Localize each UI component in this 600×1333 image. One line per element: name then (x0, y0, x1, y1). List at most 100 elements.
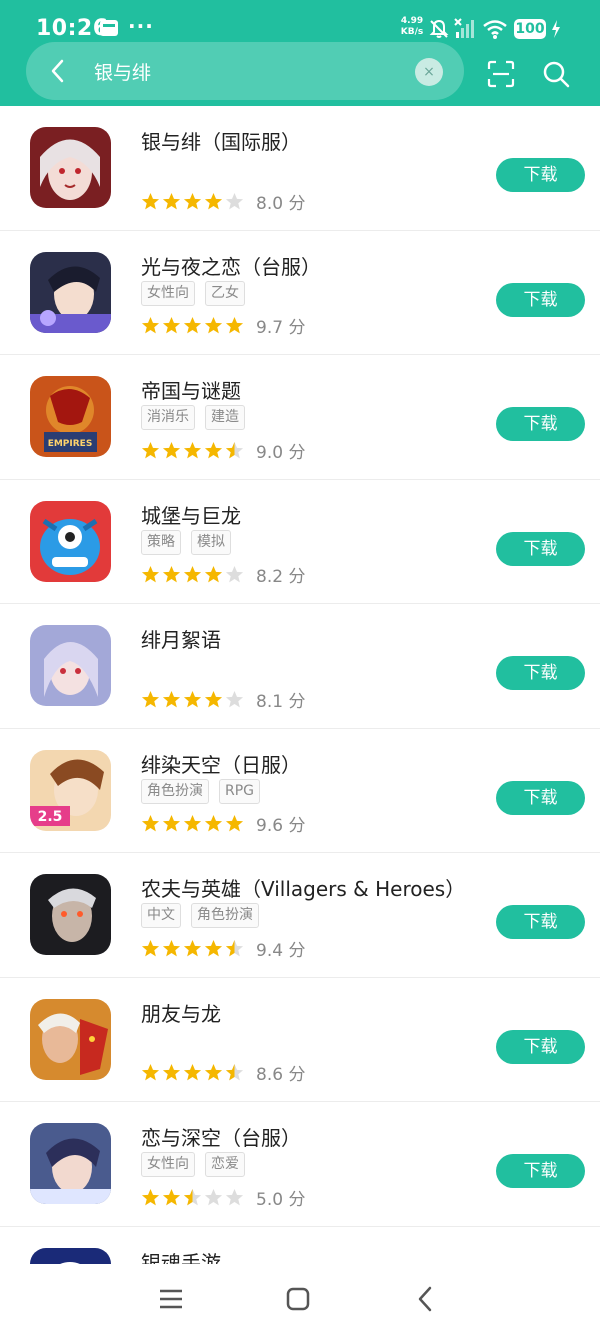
system-nav-bar (0, 1264, 600, 1333)
app-name: 恋与深空（台服） (141, 1126, 301, 1150)
app-rating: 8.0 分 (141, 189, 306, 214)
app-tags: 消消乐 建造 (141, 405, 245, 431)
app-icon[interactable] (30, 625, 111, 706)
mute-bell-icon (429, 19, 449, 38)
star-rating-icon (141, 316, 244, 335)
download-button[interactable]: 下载 (496, 905, 585, 939)
status-bar: 10:26 ··· 4.99 KB/s 100 (0, 0, 600, 44)
result-item-partial[interactable]: 银魂手游 (0, 1227, 600, 1264)
download-button[interactable]: 下载 (496, 1154, 585, 1188)
app-header: 10:26 ··· 4.99 KB/s 100 银与绯 × (0, 0, 600, 106)
star-rating-icon (141, 565, 244, 584)
app-tag: 恋爱 (205, 1152, 245, 1177)
search-input[interactable] (94, 56, 394, 86)
app-score: 8.6 分 (256, 1065, 306, 1085)
app-name: 绯月絮语 (141, 628, 221, 652)
app-icon[interactable] (30, 998, 111, 1080)
app-tag: 角色扮演 (191, 903, 259, 928)
app-score: 8.2 分 (256, 567, 306, 587)
app-tags: 中文 角色扮演 (141, 903, 259, 929)
download-button[interactable]: 下载 (496, 282, 585, 317)
app-tags: 女性向 乙女 (141, 280, 245, 307)
app-rating: 9.6 分 (141, 812, 305, 836)
app-rating: 9.4 分 (141, 936, 306, 961)
app-icon[interactable] (30, 251, 111, 333)
svg-text:2.5: 2.5 (38, 809, 63, 825)
download-button[interactable]: 下载 (496, 1029, 585, 1064)
app-icon[interactable]: EMPIRES (30, 376, 111, 457)
app-rating: 9.0 分 (141, 438, 306, 463)
app-name: 绯染天空（日服） (141, 752, 301, 777)
app-icon[interactable] (30, 1123, 111, 1204)
download-button[interactable]: 下载 (496, 780, 585, 815)
app-score: 8.0 分 (256, 193, 306, 214)
app-name: 帝国与谜题 (141, 379, 241, 403)
result-item[interactable]: 城堡与巨龙 策略 模拟 8.2 分 下载 (0, 480, 600, 604)
app-name: 光与夜之恋（台服） (141, 254, 321, 279)
status-time: 10:26 (36, 16, 109, 41)
star-rating-icon (141, 939, 244, 958)
result-item[interactable]: 恋与深空（台服） 女性向 恋爱 5.0 分 下载 (0, 1102, 600, 1227)
download-button[interactable]: 下载 (496, 407, 585, 441)
app-rating: 8.1 分 (141, 687, 306, 712)
app-icon[interactable] (30, 1247, 111, 1264)
search-results-list: 银与绯（国际服） 8.0 分下载 光与夜之恋（台服） 女性向 乙女 9.7 分下载 EMPI… (0, 106, 600, 1264)
app-tag: 乙女 (205, 280, 245, 306)
back-arrow-icon[interactable] (44, 56, 74, 86)
app-icon[interactable] (30, 874, 111, 955)
star-rating-icon (141, 441, 244, 460)
result-item[interactable]: 朋友与龙 8.6 分 下载 (0, 978, 600, 1102)
result-item[interactable]: 农夫与英雄（Villagers & Heroes） 中文 角色扮演 9.4 分 下载 (0, 853, 600, 978)
app-tags: 角色扮演 RPG (141, 778, 261, 805)
star-rating-icon (141, 1188, 244, 1207)
app-tags: 女性向 恋爱 (141, 1152, 245, 1178)
result-item[interactable]: 2.5 绯染天空（日服） 角色扮演 RPG 9.6 分 下载 (0, 729, 600, 853)
result-item[interactable]: 绯月絮语 8.1 分 下载 (0, 604, 600, 729)
app-tag: 中文 (141, 903, 181, 928)
svg-text:EMPIRES: EMPIRES (48, 439, 93, 449)
signal-icon (454, 18, 474, 38)
star-rating-icon (141, 192, 244, 211)
result-item[interactable]: EMPIRES 帝国与谜题 消消乐 建造 9.0 分 下载 (0, 355, 600, 480)
app-name: 城堡与巨龙 (141, 503, 241, 528)
app-score: 9.7 分 (256, 318, 306, 338)
app-icon[interactable] (30, 500, 111, 582)
app-tag: 女性向 (141, 280, 195, 306)
app-tag: 模拟 (191, 529, 231, 555)
app-name: 农夫与英雄（Villagers & Heroes） (141, 877, 466, 901)
network-speed-value: 4.99 (400, 16, 424, 26)
wifi-icon (483, 20, 507, 39)
star-rating-icon (141, 1063, 244, 1082)
download-button[interactable]: 下载 (496, 531, 585, 566)
download-button[interactable]: 下载 (496, 656, 585, 690)
more-notifications-icon: ··· (128, 14, 154, 38)
app-rating: 9.7 分 (141, 314, 305, 338)
result-item[interactable]: 光与夜之恋（台服） 女性向 乙女 9.7 分 下载 (0, 231, 600, 355)
app-score: 9.6 分 (256, 816, 306, 836)
app-score: 9.0 分 (256, 442, 306, 463)
battery-level: 100 (514, 19, 546, 39)
back-icon[interactable] (411, 1284, 441, 1314)
app-tag: 角色扮演 (141, 778, 209, 804)
app-score: 5.0 分 (256, 1189, 306, 1210)
app-rating: 8.6 分 (141, 1061, 305, 1085)
star-rating-icon (141, 690, 244, 709)
app-icon[interactable] (30, 127, 111, 208)
app-tag: 女性向 (141, 1152, 195, 1177)
clear-icon[interactable]: × (415, 58, 443, 86)
app-tag: RPG (219, 778, 261, 804)
app-rating: 8.2 分 (141, 563, 305, 587)
result-item[interactable]: 银与绯（国际服） 8.0 分 下载 (0, 106, 600, 231)
search-icon[interactable] (541, 59, 571, 89)
home-icon[interactable] (283, 1284, 313, 1314)
app-score: 8.1 分 (256, 691, 306, 712)
network-speed: 4.99 KB/s (398, 16, 426, 38)
app-score: 9.4 分 (256, 940, 306, 961)
star-rating-icon (141, 814, 244, 833)
scan-icon[interactable] (486, 59, 516, 89)
app-name: 朋友与龙 (141, 1001, 221, 1026)
app-icon[interactable]: 2.5 (30, 749, 111, 831)
menu-icon[interactable] (156, 1284, 186, 1314)
app-rating: 5.0 分 (141, 1185, 306, 1210)
download-button[interactable]: 下载 (496, 158, 585, 192)
